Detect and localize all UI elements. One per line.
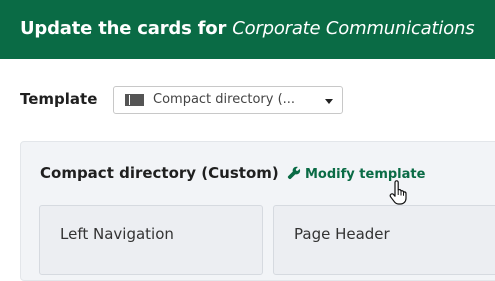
card-page-header[interactable]: Page Header [273,205,495,275]
card-label: Page Header [294,225,390,243]
chevron-down-icon [325,99,333,104]
template-label: Template [20,90,98,108]
template-select-value: Compact directory (... [153,92,296,107]
template-select[interactable]: Compact directory (... [113,86,343,114]
layout-icon [125,94,144,106]
card-label: Left Navigation [60,225,174,243]
panel-title: Compact directory (Custom) [40,164,279,182]
card-left-navigation[interactable]: Left Navigation [39,205,263,275]
hand-pointer-icon [389,180,407,205]
page-header: Update the cards for Corporate Communica… [0,0,495,59]
header-group-name: Corporate Communications [232,18,475,39]
header-title-prefix: Update the cards for [20,18,227,39]
wrench-icon [287,166,301,180]
